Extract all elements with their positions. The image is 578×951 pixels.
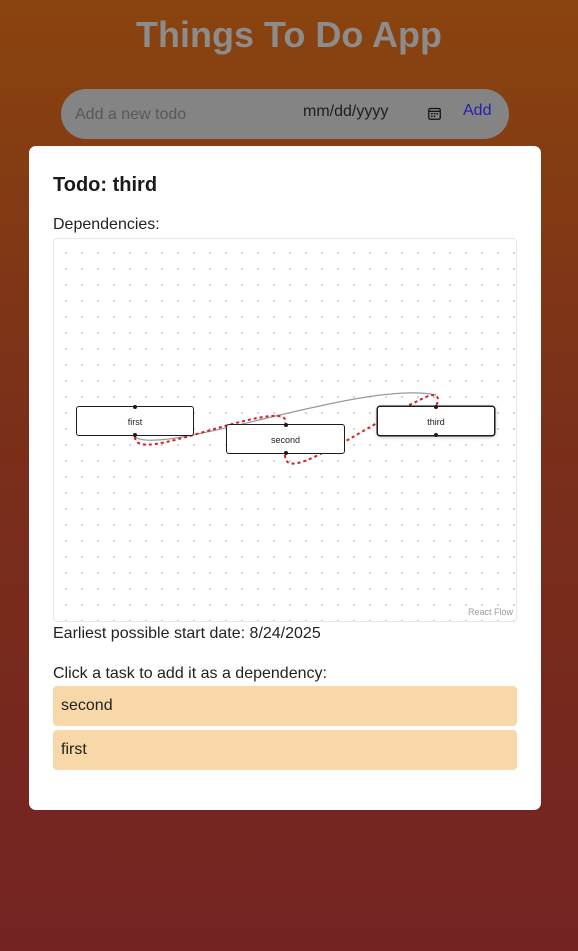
new-todo-input[interactable] — [73, 99, 277, 131]
graph-node-second[interactable]: second — [226, 423, 345, 455]
add-todo-bar: mm/dd/yyyy Add — [61, 89, 509, 139]
graph-node-third[interactable]: third — [377, 405, 495, 437]
react-flow-attribution[interactable]: React Flow — [468, 607, 513, 617]
node-label: first — [127, 417, 143, 427]
node-handle-bottom[interactable] — [434, 433, 438, 437]
node-label: second — [270, 435, 301, 445]
add-button[interactable]: Add — [463, 102, 491, 120]
node-handle-bottom[interactable] — [133, 433, 137, 437]
modal-title: Todo: third — [53, 174, 158, 196]
add-dependency-label: Click a task to add it as a dependency: — [53, 665, 327, 682]
dependencies-label: Dependencies: — [53, 216, 160, 233]
due-date-input[interactable]: mm/dd/yyyy — [303, 103, 388, 121]
node-handle-top[interactable] — [434, 405, 438, 409]
node-label: third — [427, 417, 445, 427]
node-handle-top[interactable] — [283, 423, 288, 427]
node-handle-bottom[interactable] — [283, 451, 288, 455]
earliest-start-date: Earliest possible start date: 8/24/2025 — [53, 625, 321, 642]
dependency-option-first[interactable]: first — [53, 730, 517, 770]
dependency-graph[interactable]: first second third React Flow — [53, 238, 517, 622]
app-title: Things To Do App — [136, 14, 442, 55]
dependency-option-second[interactable]: second — [53, 686, 517, 726]
calendar-icon[interactable] — [428, 107, 441, 120]
todo-modal: Todo: third Dependencies: first second t… — [29, 146, 541, 810]
graph-node-first[interactable]: first — [76, 405, 194, 437]
node-handle-top[interactable] — [133, 405, 137, 409]
